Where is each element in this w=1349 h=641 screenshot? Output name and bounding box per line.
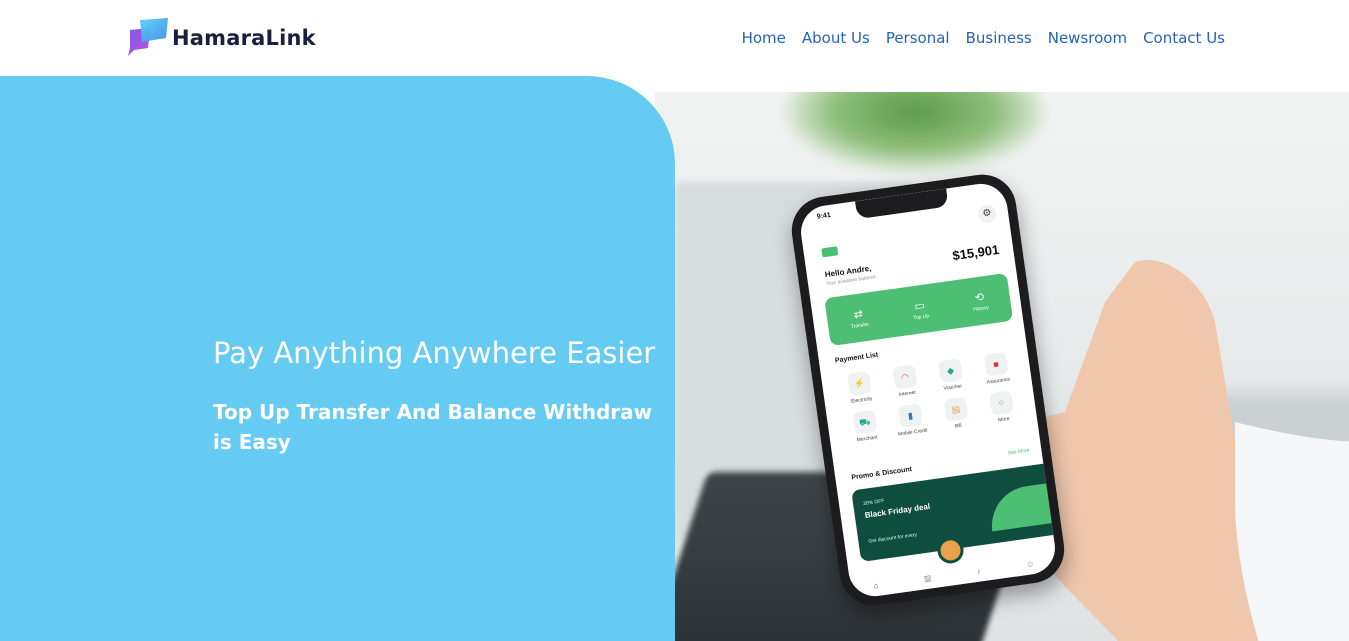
plant-background bbox=[785, 92, 1045, 172]
phone-see-more: See More bbox=[1007, 447, 1030, 457]
phone-payment-item: ⛟ Merchant bbox=[841, 408, 891, 445]
history-icon: ⟲ bbox=[974, 290, 985, 305]
phone-payment-item: ⁘ More bbox=[977, 389, 1027, 426]
phone-balance: $15,901 bbox=[951, 241, 1001, 264]
chat-bubble-logo-icon bbox=[126, 18, 170, 58]
nav-contact-us[interactable]: Contact Us bbox=[1143, 29, 1225, 47]
phone-payment-grid: ⚡ Electricity ◠ Internet ◆ Voucher ■ Assuran… bbox=[835, 350, 1027, 445]
phone-action-top-up: ▭ Top Up bbox=[911, 298, 930, 321]
phone-promo-off: 30% OFF bbox=[862, 498, 885, 508]
nav-personal[interactable]: Personal bbox=[886, 29, 950, 47]
wifi-icon: ◠ bbox=[892, 364, 918, 390]
phone-payment-item: ■ Assurance bbox=[972, 350, 1022, 387]
phone-action-transfer: ⇄ Transfer bbox=[848, 306, 869, 330]
transfer-icon: ⇄ bbox=[852, 307, 864, 322]
phone-notch bbox=[855, 188, 949, 220]
phone-screen: 9:41 ⚙ Hello Andre, Your available balan… bbox=[797, 180, 1059, 600]
mobile-icon: ▮ bbox=[897, 403, 923, 429]
nav-newsroom[interactable]: Newsroom bbox=[1048, 29, 1127, 47]
promo-illustration bbox=[986, 482, 1059, 532]
phone-payment-list-title: Payment List bbox=[834, 351, 879, 365]
hero-title: Pay Anything Anywhere Easier bbox=[213, 336, 656, 370]
phone-promo-title: Promo & Discount bbox=[851, 466, 913, 482]
phone-payment-item: ◠ Internet bbox=[881, 363, 931, 400]
more-icon: ⁘ bbox=[989, 390, 1014, 416]
card-badge-icon bbox=[821, 246, 839, 258]
site-header: HamaraLink Home About Us Personal Busine… bbox=[0, 0, 1349, 76]
phone-action-history: ⟲ History bbox=[971, 289, 989, 313]
phone-app-hero-image: 9:41 ⚙ Hello Andre, Your available balan… bbox=[655, 92, 1349, 641]
brand-logo[interactable]: HamaraLink bbox=[126, 18, 316, 58]
phone-payment-item: ⚡ Electricity bbox=[835, 369, 885, 406]
main-nav: Home About Us Personal Business Newsroom… bbox=[742, 29, 1225, 47]
phone-action-bar: ⇄ Transfer ▭ Top Up ⟲ History bbox=[824, 272, 1014, 347]
phone-payment-item: ▮ Mobile Credit bbox=[886, 402, 936, 439]
bill-icon: ▤ bbox=[943, 396, 969, 422]
phone-promo-detail: Get discount for every bbox=[868, 531, 918, 545]
phone-payment-item: ▤ Bill bbox=[932, 395, 982, 432]
lightning-icon: ⚡ bbox=[847, 371, 872, 396]
assurance-icon: ■ bbox=[983, 351, 1009, 377]
gear-icon: ⚙ bbox=[976, 203, 998, 225]
user-icon: ☺ bbox=[1025, 558, 1035, 569]
card-icon: ▭ bbox=[913, 299, 926, 313]
phone-time: 9:41 bbox=[816, 211, 832, 221]
nav-home[interactable]: Home bbox=[742, 29, 786, 47]
hero-panel: Pay Anything Anywhere Easier Top Up Tran… bbox=[0, 76, 675, 641]
voucher-icon: ◆ bbox=[938, 358, 963, 384]
hero-subtitle: Top Up Transfer And Balance Withdraw is … bbox=[213, 400, 653, 454]
cart-icon: ⛟ bbox=[852, 409, 878, 435]
brand-name: HamaraLink bbox=[172, 26, 316, 50]
home-icon: ⌂ bbox=[872, 580, 880, 590]
nav-business[interactable]: Business bbox=[966, 29, 1032, 47]
phone-payment-item: ◆ Voucher bbox=[926, 357, 976, 394]
chart-icon: ▥ bbox=[923, 572, 932, 583]
bell-icon: ♪ bbox=[976, 565, 982, 576]
nav-about-us[interactable]: About Us bbox=[802, 29, 870, 47]
